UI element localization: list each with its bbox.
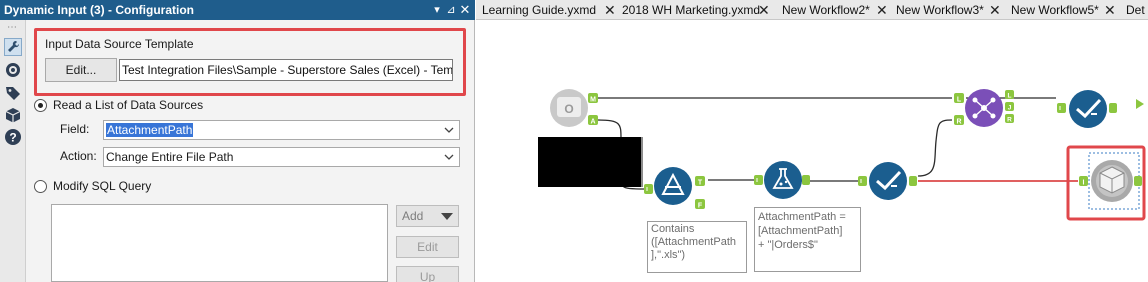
target-icon[interactable] [4,61,22,79]
svg-text:J: J [1008,105,1012,112]
field-select-value: AttachmentPath [106,123,194,137]
field-label: Field: [60,122,90,136]
edit-template-button[interactable]: Edit... [45,58,117,82]
anchor-a[interactable]: A [588,115,598,126]
help-icon[interactable]: ? [4,128,22,146]
redacted-block [538,137,642,187]
read-list-radio[interactable] [34,98,47,112]
modify-sql-radio-row[interactable]: Modify SQL Query [34,178,151,194]
formula-input-anchor[interactable] [754,175,763,185]
add-button-label: Add [402,209,424,223]
redacted-block-edge [641,137,643,187]
read-list-label: Read a List of Data Sources [53,98,204,112]
wrench-icon[interactable] [4,38,22,56]
filter-input-anchor[interactable] [644,184,653,194]
tab-2018-wh-marketing[interactable]: 2018 WH Marketing.yxmd [622,0,760,20]
svg-text:I: I [1083,180,1085,187]
workflow-canvas[interactable]: O M A T F L R L J R I Contains ([Attachm… [476,21,1148,282]
action-select[interactable]: Change Entire File Path [103,147,460,167]
filter-annotation: Contains ([AttachmentPath ],".xls") [647,221,747,273]
dynamic-input-tool[interactable]: I [1079,160,1142,202]
tab-learning-guide[interactable]: Learning Guide.yxmd [482,0,596,20]
close-tab-icon[interactable]: ✕ [876,0,888,20]
close-tab-icon[interactable]: ✕ [758,0,770,20]
chevron-down-icon[interactable] [443,148,455,166]
anchor-i[interactable]: I [1079,176,1088,187]
edit-query-button[interactable]: Edit [396,236,459,258]
modify-sql-label: Modify SQL Query [53,179,152,193]
svg-text:M: M [590,97,596,104]
svg-text:F: F [698,203,703,210]
svg-text:T: T [698,180,703,187]
svg-text:A: A [590,119,595,126]
select-top-input-anchor[interactable] [1057,103,1066,113]
panel-menu-dropdown-icon[interactable]: ▾ [430,0,444,20]
svg-text:R: R [956,119,961,126]
tag-icon[interactable] [4,84,22,102]
close-tab-icon[interactable]: ✕ [989,0,1001,20]
svg-text:O: O [564,102,573,116]
pin-icon[interactable]: ⊿ [444,0,458,20]
tab-new-workflow3[interactable]: New Workflow3* [896,0,984,20]
move-up-button[interactable]: Up [396,266,459,282]
outlook-input-tool[interactable]: O [550,89,588,127]
dropdown-arrow-icon [441,213,453,220]
chevron-down-icon[interactable] [443,121,455,139]
anchor-f[interactable]: F [695,199,705,210]
anchor-t[interactable]: T [695,176,705,187]
join-anchor-r-in[interactable]: R [954,115,964,126]
close-icon[interactable]: ✕ [458,0,472,20]
join-anchor-l-out[interactable]: L [1005,90,1014,100]
svg-text:L: L [957,97,962,104]
tab-new-workflow2[interactable]: New Workflow2* [782,0,870,20]
join-anchor-j-out[interactable]: J [1005,102,1014,112]
filter-tool[interactable] [644,167,692,205]
modify-sql-radio[interactable] [34,179,47,193]
join-anchor-l-in[interactable]: L [954,93,964,104]
offscreen-anchor [1136,99,1144,109]
select-tool-top[interactable] [1057,90,1117,128]
action-select-value: Change Entire File Path [106,150,234,164]
anchor-m[interactable]: M [588,93,598,104]
read-list-radio-row[interactable]: Read a List of Data Sources [34,97,203,113]
svg-text:L: L [1008,93,1012,100]
join-tool[interactable] [965,89,1003,127]
configuration-panel: Dynamic Input (3) - Configuration ▾ ⊿ ✕ … [0,0,475,282]
tab-new-workflow5[interactable]: New Workflow5* [1011,0,1099,20]
panel-title: Dynamic Input (3) - Configuration [0,0,475,20]
join-anchor-r-out[interactable]: R [1005,114,1014,124]
field-select[interactable]: AttachmentPath [103,120,460,140]
add-button[interactable]: Add [396,205,459,227]
box-icon[interactable] [4,106,22,124]
close-tab-icon[interactable]: ✕ [604,0,616,20]
action-label: Action: [60,149,97,163]
template-group-highlight: Input Data Source Template Edit... Test … [34,28,466,96]
formula-annotation: AttachmentPath = [AttachmentPath] + "|Or… [754,207,861,272]
svg-text:R: R [1007,117,1012,124]
document-tabs: Learning Guide.yxmd ✕ 2018 WH Marketing.… [476,0,1148,20]
sql-query-list[interactable] [51,204,388,282]
template-path-field[interactable]: Test Integration Files\Sample - Supersto… [119,59,453,81]
tab-det[interactable]: Det [1126,0,1145,20]
close-tab-icon[interactable]: ✕ [1104,0,1116,20]
select-input-anchor[interactable] [858,176,867,186]
formula-tool[interactable] [754,161,810,199]
grip-dots-icon: ⋯ [7,22,18,33]
config-sidebar: ⋯ ? [0,20,26,282]
svg-text:?: ? [9,131,16,145]
select-tool[interactable] [858,162,917,200]
template-group-label: Input Data Source Template [45,37,194,51]
